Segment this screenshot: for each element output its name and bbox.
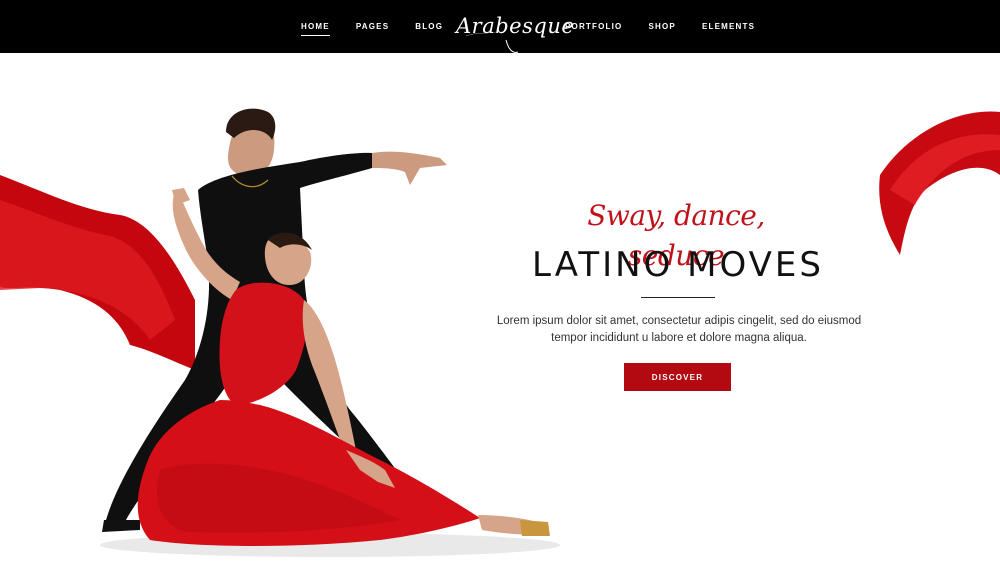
main-nav-right: PORTFOLIO SHOP ELEMENTS — [552, 0, 768, 53]
hero-lead-line-2: tempor incididunt u labore et dolore mag… — [551, 332, 807, 344]
site-logo[interactable]: Arabesque — [456, 6, 574, 53]
nav-portfolio-link[interactable]: PORTFOLIO — [565, 18, 622, 35]
hero-divider — [641, 297, 715, 298]
nav-home-link[interactable]: HOME — [301, 18, 330, 36]
nav-pages-link[interactable]: PAGES — [356, 18, 389, 35]
hero-dancers-image — [0, 108, 1000, 557]
hero-lead-line-1: Lorem ipsum dolor sit amet, consectetur … — [496, 315, 862, 327]
nav-blog-link[interactable]: BLOG — [415, 18, 443, 35]
hero-headline: LATINO MOVES — [532, 245, 824, 285]
logo-swash-icon — [465, 31, 519, 53]
top-navigation-bar: HOME PAGES BLOG Arabesque PORTFOLIO SHOP… — [0, 0, 1000, 53]
main-nav-left: HOME PAGES BLOG — [288, 0, 456, 53]
discover-button[interactable]: DISCOVER — [624, 363, 731, 391]
hero-lead-text: Lorem ipsum dolor sit amet, consectetur … — [472, 313, 886, 347]
nav-elements-link[interactable]: ELEMENTS — [702, 18, 755, 35]
nav-shop-link[interactable]: SHOP — [648, 18, 675, 35]
